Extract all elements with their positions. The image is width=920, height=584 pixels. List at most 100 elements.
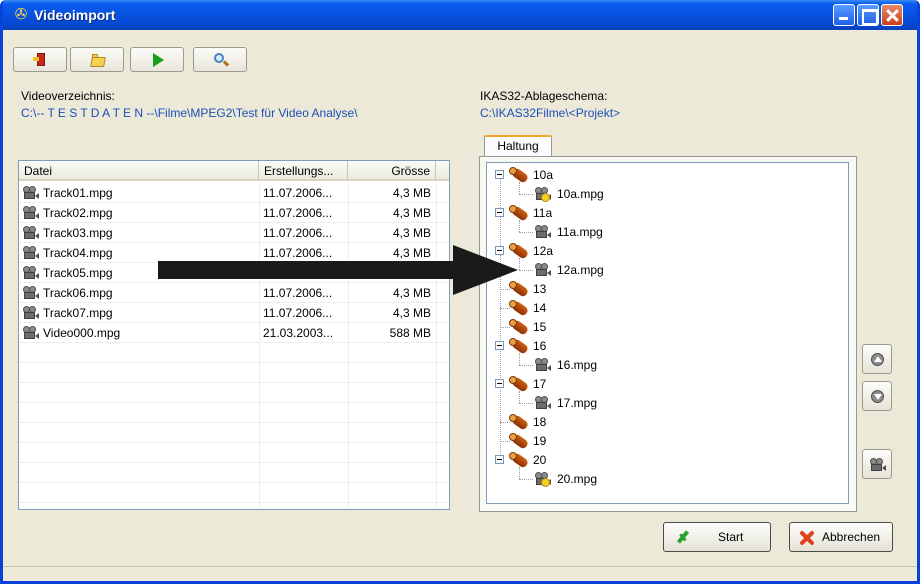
close-button[interactable] xyxy=(881,4,903,26)
storage-scheme-path[interactable]: C:\IKAS32Filme\<Projekt> xyxy=(480,106,620,120)
file-row[interactable]: Video000.mpg 21.03.2003... 588 MB xyxy=(19,323,449,343)
file-created-date: 11.07.2006... xyxy=(263,306,333,320)
pipe-icon xyxy=(509,167,531,184)
tree-node-haltung[interactable]: 20 xyxy=(533,453,546,467)
pipe-icon xyxy=(509,452,531,469)
file-size: 4,3 MB xyxy=(392,286,431,300)
tree-expander[interactable] xyxy=(495,379,504,388)
tree-node-video[interactable]: 20.mpg xyxy=(557,472,597,486)
start-button-label: Start xyxy=(718,530,744,544)
tree-node-haltung[interactable]: 19 xyxy=(533,434,546,448)
file-row[interactable]: Track03.mpg 11.07.2006... 4,3 MB xyxy=(19,223,449,243)
tree-node-haltung[interactable]: 12a xyxy=(533,244,553,258)
video-camera-icon xyxy=(870,458,886,472)
tree-node-haltung[interactable]: 11a xyxy=(533,206,552,220)
file-name: Track01.mpg xyxy=(43,186,113,200)
empty-row xyxy=(19,383,449,403)
pipe-icon xyxy=(509,414,531,431)
pipe-icon xyxy=(509,243,531,260)
video-file-icon xyxy=(535,396,551,410)
empty-row xyxy=(19,443,449,463)
start-button[interactable]: Start xyxy=(663,522,771,552)
video-file-icon xyxy=(535,225,551,239)
tree-node-haltung[interactable]: 10a xyxy=(533,168,553,182)
file-list[interactable]: Datei Erstellungs... Grösse Track01.mpg 1… xyxy=(18,160,450,510)
column-header-created[interactable]: Erstellungs... xyxy=(259,161,348,181)
empty-row xyxy=(19,423,449,443)
tree-node-haltung[interactable]: 18 xyxy=(533,415,546,429)
file-size: 4,3 MB xyxy=(392,266,431,280)
video-directory-path[interactable]: C:\-- T E S T D A T E N --\Filme\MPEG2\T… xyxy=(21,106,358,120)
column-header-filler xyxy=(436,161,449,181)
checkmark-icon xyxy=(676,531,692,543)
exit-button[interactable] xyxy=(13,47,67,72)
column-header-file[interactable]: Datei xyxy=(19,161,259,181)
tree-node-haltung[interactable]: 15 xyxy=(533,320,546,334)
folder-icon xyxy=(90,52,106,68)
tree-expander[interactable] xyxy=(495,246,504,255)
file-row[interactable]: Track07.mpg 11.07.2006... 4,3 MB xyxy=(19,303,449,323)
cancel-x-icon xyxy=(798,529,816,547)
tab-haltung[interactable]: Haltung xyxy=(484,135,552,157)
tree-expander[interactable] xyxy=(495,170,504,179)
column-header-size[interactable]: Grösse xyxy=(348,161,436,181)
empty-row xyxy=(19,403,449,423)
file-name: Track04.mpg xyxy=(43,246,113,260)
file-name: Track02.mpg xyxy=(43,206,113,220)
search-button[interactable] xyxy=(193,47,247,72)
minimize-button[interactable] xyxy=(833,4,855,26)
file-size: 4,3 MB xyxy=(392,186,431,200)
file-list-header: Datei Erstellungs... Grösse xyxy=(19,161,449,181)
tree-node-haltung[interactable]: 16 xyxy=(533,339,546,353)
file-created-date: 11.07.2006... xyxy=(263,226,333,240)
tree-node-video[interactable]: 12a.mpg xyxy=(557,263,604,277)
play-button[interactable] xyxy=(130,47,184,72)
file-created-date: 11.07.2006... xyxy=(263,246,333,260)
tree-node-video[interactable]: 16.mpg xyxy=(557,358,597,372)
file-created-date: 11.07.2006... xyxy=(263,266,333,280)
file-name: Track06.mpg xyxy=(43,286,113,300)
remove-video-button[interactable] xyxy=(862,449,892,479)
file-created-date: 11.07.2006... xyxy=(263,206,333,220)
tree-expander[interactable] xyxy=(495,208,504,217)
file-row[interactable]: Track02.mpg 11.07.2006... 4,3 MB xyxy=(19,203,449,223)
tree-node-video[interactable]: 10a.mpg xyxy=(557,187,604,201)
file-size: 4,3 MB xyxy=(392,306,431,320)
move-down-button[interactable] xyxy=(862,381,892,411)
pipe-icon xyxy=(509,205,531,222)
empty-row xyxy=(19,483,449,503)
file-name: Track03.mpg xyxy=(43,226,113,240)
empty-row xyxy=(19,463,449,483)
tree-node-haltung[interactable]: 17 xyxy=(533,377,546,391)
pipe-icon xyxy=(509,319,531,336)
cancel-button-label: Abbrechen xyxy=(822,530,881,544)
tree-node-haltung[interactable]: 14 xyxy=(533,301,546,315)
tree-node-video[interactable]: 11a.mpg xyxy=(557,225,603,239)
file-row[interactable]: Track05.mpg 11.07.2006... 4,3 MB xyxy=(19,263,449,283)
exit-icon xyxy=(33,52,49,68)
pipe-icon xyxy=(509,281,531,298)
cancel-button[interactable]: Abbrechen xyxy=(789,522,893,552)
title-bar[interactable]: ✇ Videoimport xyxy=(3,0,917,30)
video-file-icon xyxy=(535,263,551,277)
file-row[interactable]: Track06.mpg 11.07.2006... 4,3 MB xyxy=(19,283,449,303)
storage-scheme-label: IKAS32-Ablageschema: xyxy=(480,89,608,103)
file-row[interactable]: Track04.mpg 11.07.2006... 4,3 MB xyxy=(19,243,449,263)
video-file-icon xyxy=(535,472,551,486)
tree-node-haltung[interactable]: 13 xyxy=(533,282,546,296)
file-row[interactable]: Track01.mpg 11.07.2006... 4,3 MB xyxy=(19,183,449,203)
maximize-button[interactable] xyxy=(857,4,879,26)
file-name: Track05.mpg xyxy=(43,266,113,280)
pipe-icon xyxy=(509,376,531,393)
move-up-button[interactable] xyxy=(862,344,892,374)
video-file-icon xyxy=(535,358,551,372)
tree-expander[interactable] xyxy=(495,455,504,464)
window-title: Videoimport xyxy=(34,7,116,23)
video-directory-label: Videoverzeichnis: xyxy=(21,89,115,103)
tree-node-video[interactable]: 17.mpg xyxy=(557,396,597,410)
tree-expander[interactable] xyxy=(495,341,504,350)
open-folder-button[interactable] xyxy=(70,47,124,72)
file-created-date: 11.07.2006... xyxy=(263,186,333,200)
arrow-down-icon xyxy=(871,390,884,403)
storage-tree[interactable]: 10a 10a.mpg 11a 11a.mpg 12a 12a.mpg 13 14 15 16 16… xyxy=(486,162,849,504)
